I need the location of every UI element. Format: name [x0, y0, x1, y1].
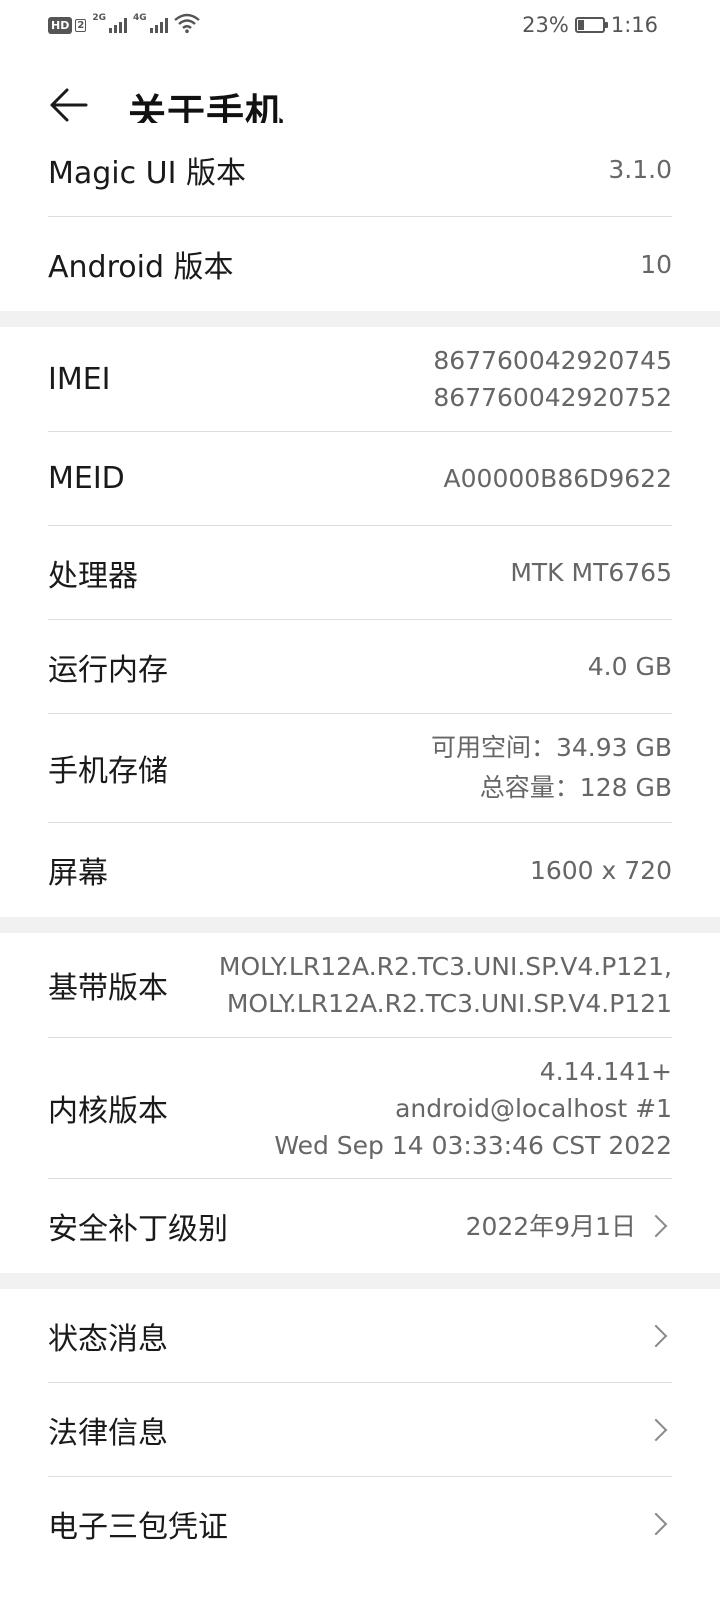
value-line: 867760042920752: [433, 383, 672, 412]
row-label: 安全补丁级别: [48, 1212, 228, 1247]
row-status-info[interactable]: 状态消息: [48, 1289, 672, 1383]
chevron-right-icon: [644, 1512, 668, 1536]
value-line: 4.14.141+: [539, 1056, 672, 1086]
signal-icon: [149, 17, 168, 33]
section-divider: [0, 1273, 720, 1289]
row-value: 10: [640, 246, 672, 283]
wifi-icon: [173, 13, 200, 37]
row-storage: 手机存储 可用空间：34.93 GB 总容量：128 GB: [48, 714, 672, 823]
value-line: 867760042920745: [433, 346, 672, 375]
row-label: MEID: [48, 461, 125, 496]
value-line: 总容量：128 GB: [479, 773, 672, 802]
row-value: MTK MT6765: [510, 554, 672, 591]
row-value: A00000B86D9622: [444, 460, 672, 497]
row-label: Android 版本: [48, 250, 234, 285]
arrow-left-icon: [50, 88, 88, 122]
row-label: 基带版本: [48, 971, 168, 1006]
battery-icon: [574, 17, 608, 33]
row-baseband-version: 基带版本 MOLY.LR12A.R2.TC3.UNI.SP.V4.P121, M…: [48, 933, 672, 1038]
row-value: 4.14.141+ android@localhost #1 Wed Sep 1…: [274, 1053, 672, 1164]
row-label: 处理器: [48, 558, 138, 594]
row-screen: 屏幕 1600 x 720: [48, 823, 672, 917]
section-divider: [0, 311, 720, 327]
sim2-network-type: 4G: [132, 13, 147, 23]
chevron-right-icon: [644, 1214, 668, 1238]
row-value: 2022年9月1日: [466, 1208, 672, 1245]
version-group: Magic UI 版本 3.1.0 Android 版本 10: [0, 123, 720, 311]
row-android-version: Android 版本 10: [48, 217, 672, 311]
row-meid: MEID A00000B86D9622: [48, 432, 672, 526]
chevron-right-icon: [644, 1324, 668, 1347]
row-value: 可用空间：34.93 GB 总容量：128 GB: [431, 728, 672, 808]
value-line: Wed Sep 14 03:33:46 CST 2022: [274, 1130, 672, 1160]
signal-icon: [108, 17, 127, 33]
row-label: 内核版本: [48, 1094, 168, 1129]
sim-number-label: 2: [75, 18, 87, 32]
status-icons-left: HD 2 2G 4G: [48, 12, 200, 38]
row-warranty-certificate[interactable]: 电子三包凭证: [48, 1477, 672, 1571]
row-value: MOLY.LR12A.R2.TC3.UNI.SP.V4.P121, MOLY.L…: [219, 948, 672, 1022]
status-icons-right: 23% 1:16: [522, 12, 658, 38]
row-legal-info[interactable]: 法律信息: [48, 1383, 672, 1477]
sim1-network-type: 2G: [92, 13, 106, 23]
value-line: 10: [640, 249, 672, 279]
row-label: Magic UI 版本: [48, 155, 247, 191]
hd-voice-icon: HD: [48, 16, 73, 34]
row-label: 状态消息: [48, 1321, 168, 1357]
row-processor: 处理器 MTK MT6765: [48, 526, 672, 620]
row-value: 1600 x 720: [530, 852, 672, 889]
row-kernel-version: 内核版本 4.14.141+ android@localhost #1 Wed …: [48, 1038, 672, 1179]
value-line: MOLY.LR12A.R2.TC3.UNI.SP.V4.P121: [226, 989, 672, 1018]
value-line: android@localhost #1: [395, 1093, 672, 1123]
row-label: 电子三包凭证: [48, 1510, 228, 1545]
row-value: 3.1.0: [608, 151, 672, 188]
row-imei: IMEI 867760042920745 867760042920752: [48, 327, 672, 432]
value-line: MTK MT6765: [510, 558, 672, 587]
row-label: 运行内存: [48, 652, 168, 688]
row-value: 4.0 GB: [588, 648, 672, 685]
battery-percent: 23%: [522, 13, 569, 37]
row-label: 屏幕: [48, 856, 108, 891]
value-line: 可用空间：34.93 GB: [430, 733, 672, 762]
hardware-group: IMEI 867760042920745 867760042920752 MEI…: [0, 327, 720, 917]
row-label: IMEI: [48, 361, 111, 397]
row-value: 867760042920745 867760042920752: [433, 342, 672, 416]
value-line: 1600 x 720: [529, 855, 672, 885]
software-group: 基带版本 MOLY.LR12A.R2.TC3.UNI.SP.V4.P121, M…: [0, 933, 720, 1273]
value-line: MOLY.LR12A.R2.TC3.UNI.SP.V4.P121,: [218, 952, 672, 981]
chevron-right-icon: [644, 1418, 668, 1441]
info-links-group: 状态消息 法律信息 电子三包凭证: [0, 1289, 720, 1571]
row-label: 手机存储: [48, 754, 168, 789]
section-divider: [0, 917, 720, 933]
row-security-patch[interactable]: 安全补丁级别 2022年9月1日: [48, 1179, 672, 1273]
battery-level-fill: [577, 20, 584, 30]
value-line: A00000B86D9622: [443, 464, 672, 493]
value-line: 3.1.0: [608, 155, 672, 184]
status-bar: HD 2 2G 4G 23% 1:16: [0, 0, 720, 52]
row-magic-ui-version: Magic UI 版本 3.1.0: [48, 123, 672, 217]
value-line: 2022年9月1日: [465, 1211, 636, 1241]
clock-time: 1:16: [610, 13, 658, 37]
row-label: 法律信息: [48, 1415, 168, 1451]
value-line: 4.0 GB: [587, 652, 672, 681]
row-ram: 运行内存 4.0 GB: [48, 620, 672, 714]
